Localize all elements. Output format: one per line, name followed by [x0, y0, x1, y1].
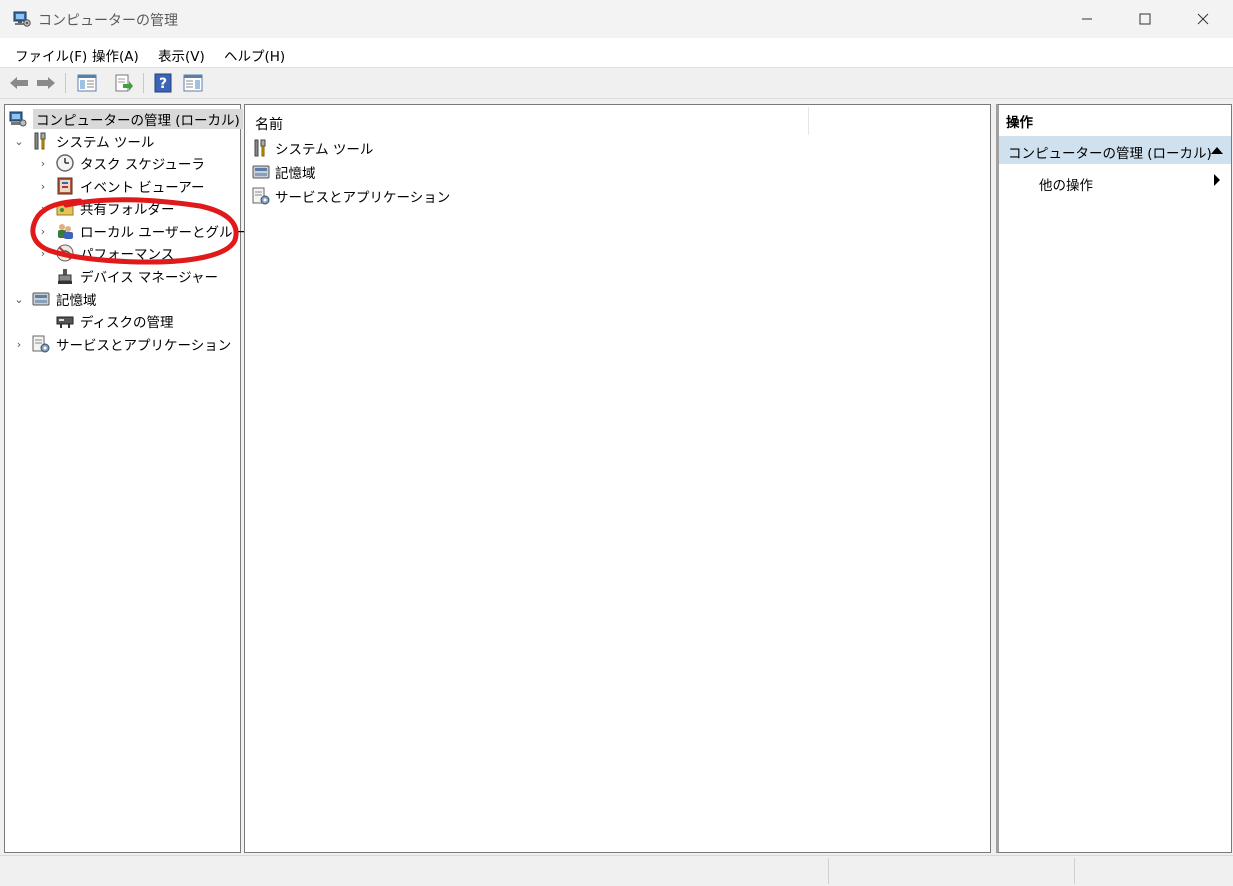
toolbar-separator [65, 73, 66, 93]
export-list-button[interactable] [113, 72, 135, 94]
svg-text:?: ? [159, 76, 167, 92]
tree-item-disk-management[interactable]: ディスクの管理 [5, 310, 174, 332]
tree-label: 記憶域 [56, 293, 97, 309]
actions-section-header[interactable]: コンピューターの管理 (ローカル) [999, 136, 1231, 164]
tree-item-performance[interactable]: › パフォーマンス [5, 242, 174, 264]
status-divider [1074, 858, 1075, 884]
system-tools-icon [34, 132, 46, 150]
chevron-right-icon[interactable]: › [37, 202, 49, 215]
title-bar: コンピューターの管理 [0, 0, 1233, 38]
tree-label: ローカル ユーザーとグループ [80, 225, 259, 241]
list-item[interactable]: 記憶域 [251, 161, 316, 183]
minimize-button[interactable] [1058, 0, 1116, 38]
tree-label: サービスとアプリケーション [56, 338, 232, 354]
console-tree-pane: コンピューターの管理 (ローカル) ⌄ システム ツール › タスク スケジュー… [4, 104, 259, 853]
menu-file[interactable]: ファイル(F) [15, 45, 87, 65]
list-view-pane: 名前 システム ツール 記憶域 サービスとアプリケーション [244, 104, 991, 853]
clock-icon [56, 154, 74, 172]
maximize-icon [1139, 13, 1151, 25]
menu-view[interactable]: 表示(V) [158, 45, 205, 65]
show-hide-console-tree-button[interactable] [76, 72, 98, 94]
tree-item-task-scheduler[interactable]: › タスク スケジューラ [5, 152, 205, 174]
status-divider [828, 858, 829, 884]
menu-action[interactable]: 操作(A) [92, 45, 139, 65]
toolbar: ? [0, 68, 1233, 99]
tree-label: デバイス マネージャー [80, 270, 218, 286]
help-icon: ? [154, 73, 172, 93]
tree-label: ディスクの管理 [80, 315, 174, 331]
services-icon [252, 187, 270, 205]
services-icon [32, 335, 50, 353]
close-button[interactable] [1174, 0, 1232, 38]
tree-label: システム ツール [56, 135, 155, 151]
computer-management-icon [9, 111, 27, 127]
tree-item-shared-folders[interactable]: › 共有フォルダー [5, 197, 175, 219]
tree-item-services-apps[interactable]: › サービスとアプリケーション [5, 333, 231, 355]
tree-label: パフォーマンス [80, 247, 175, 263]
list-header: 名前 [245, 105, 990, 135]
performance-icon [56, 244, 74, 262]
chevron-right-icon[interactable]: › [37, 225, 49, 238]
status-bar [0, 855, 1233, 886]
close-icon [1197, 13, 1209, 25]
export-list-icon [115, 74, 133, 92]
tree-item-local-users-groups[interactable]: › ローカル ユーザーとグループ [5, 220, 259, 242]
device-manager-icon [58, 269, 72, 284]
tree-item-system-tools[interactable]: ⌄ システム ツール [5, 130, 154, 152]
tree-label: 共有フォルダー [80, 202, 175, 218]
storage-icon [252, 165, 270, 179]
forward-button[interactable] [35, 72, 57, 94]
actions-pane: 操作 コンピューターの管理 (ローカル) 他の操作 [996, 104, 1232, 853]
help-button[interactable]: ? [152, 72, 174, 94]
minimize-icon [1082, 18, 1092, 20]
system-tools-icon [254, 139, 266, 157]
show-hide-action-pane-button[interactable] [182, 72, 204, 94]
storage-icon [32, 292, 50, 306]
tree-label: タスク スケジューラ [80, 157, 205, 173]
more-actions-label: 他の操作 [1039, 178, 1093, 194]
forward-arrow-icon [37, 77, 55, 89]
actions-section-label: コンピューターの管理 (ローカル) [1008, 146, 1212, 162]
tree-item-storage[interactable]: ⌄ 記憶域 [5, 288, 97, 310]
list-item-label: システム ツール [275, 142, 374, 158]
list-item-label: サービスとアプリケーション [275, 190, 451, 206]
toolbar-separator [143, 73, 144, 93]
menu-help[interactable]: ヘルプ(H) [224, 45, 285, 65]
show-hide-action-pane-icon [183, 74, 203, 92]
computer-management-icon [13, 11, 31, 27]
submenu-arrow-icon [1214, 174, 1220, 186]
actions-header: 操作 [1006, 115, 1033, 131]
show-hide-console-tree-icon [77, 74, 97, 92]
event-viewer-icon [57, 177, 73, 195]
window-title: コンピューターの管理 [38, 13, 178, 29]
collapse-up-icon[interactable] [1211, 146, 1223, 154]
shared-folder-icon [56, 203, 74, 216]
tree-item-event-viewer[interactable]: › イベント ビューアー [5, 175, 204, 197]
column-divider[interactable] [808, 107, 809, 135]
users-icon [58, 224, 73, 239]
back-arrow-icon [10, 77, 28, 89]
list-item[interactable]: システム ツール [251, 137, 373, 159]
chevron-down-icon[interactable]: ⌄ [13, 293, 25, 306]
tree-label: コンピューターの管理 (ローカル) [33, 109, 243, 129]
disk-drive-icon [56, 316, 74, 328]
tree-item-root[interactable]: コンピューターの管理 (ローカル) [8, 108, 243, 130]
chevron-right-icon[interactable]: › [37, 157, 49, 170]
menu-bar: ファイル(F) 操作(A) 表示(V) ヘルプ(H) [0, 38, 1233, 68]
chevron-right-icon[interactable]: › [37, 180, 49, 193]
list-item[interactable]: サービスとアプリケーション [251, 185, 450, 207]
tree-item-device-manager[interactable]: デバイス マネージャー [5, 265, 218, 287]
list-item-label: 記憶域 [275, 166, 316, 182]
column-header-name[interactable]: 名前 [255, 114, 283, 134]
back-button[interactable] [8, 72, 30, 94]
chevron-right-icon[interactable]: › [13, 338, 25, 351]
chevron-right-icon[interactable]: › [37, 247, 49, 260]
tree-label: イベント ビューアー [80, 180, 205, 196]
maximize-button[interactable] [1116, 0, 1174, 38]
chevron-down-icon[interactable]: ⌄ [13, 135, 25, 148]
more-actions-item[interactable]: 他の操作 [999, 169, 1231, 195]
